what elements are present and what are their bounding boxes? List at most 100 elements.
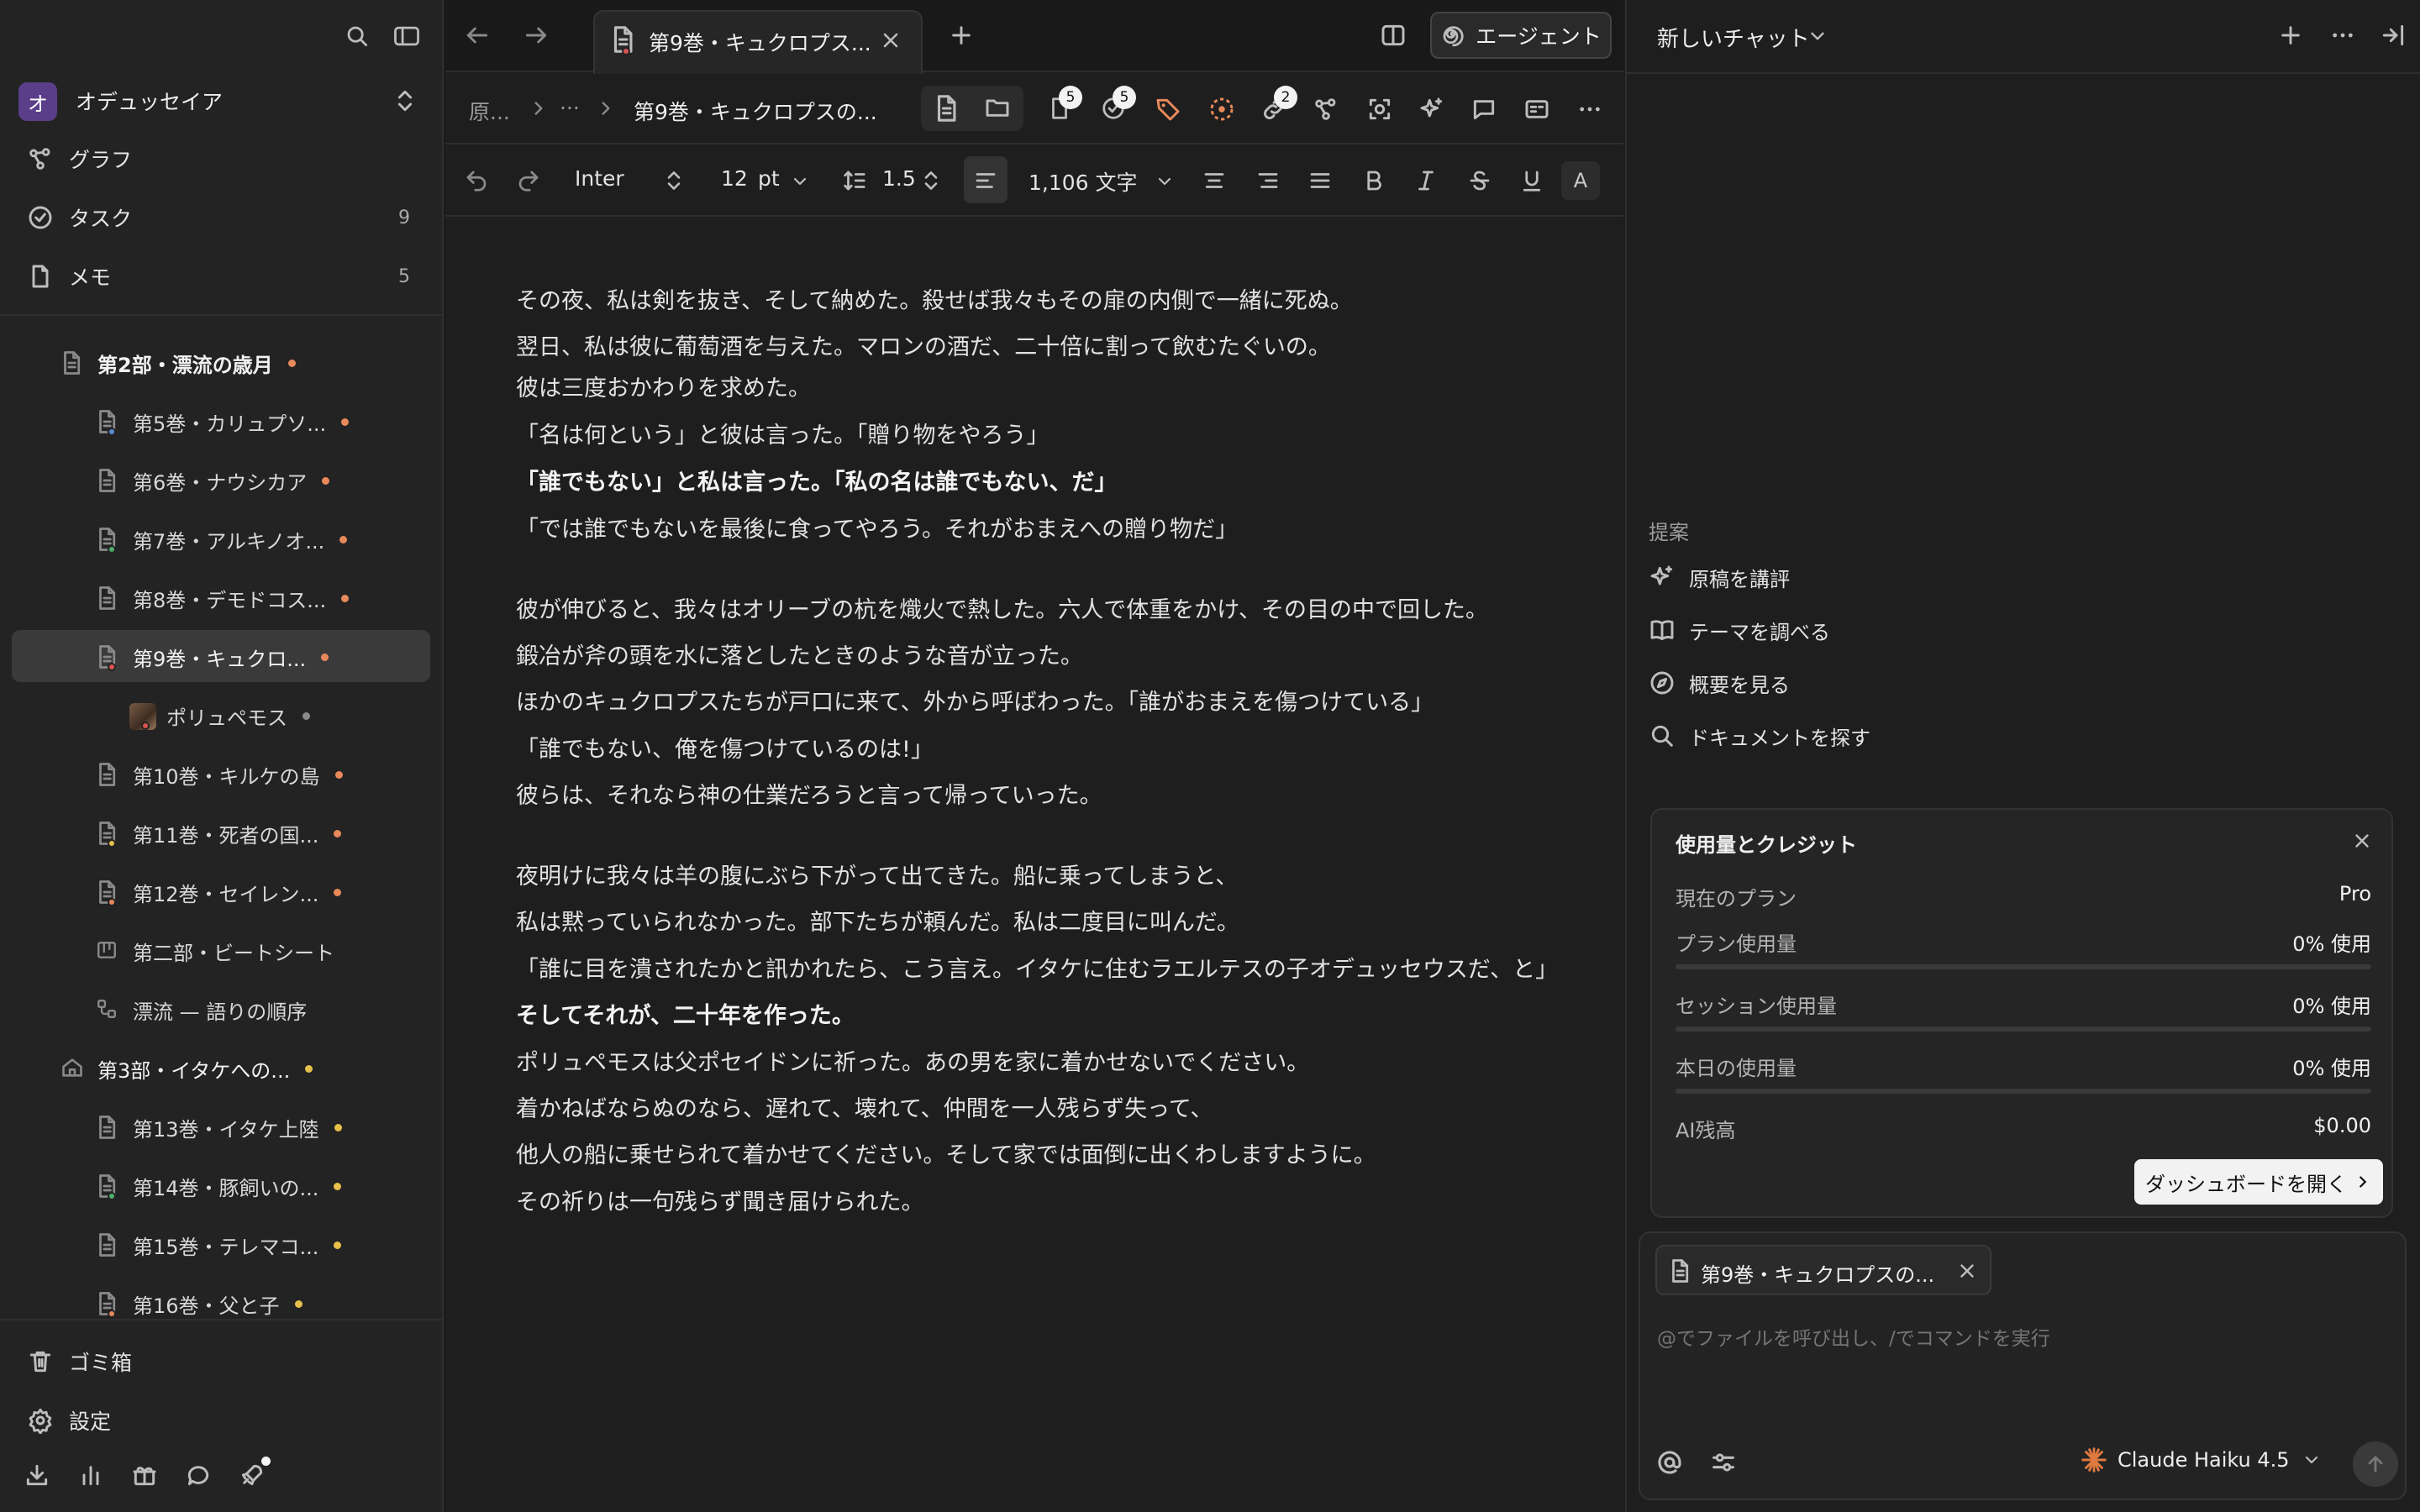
gift-icon[interactable] <box>131 1462 158 1488</box>
workspace-name[interactable]: オデュッセイア <box>76 86 223 116</box>
new-tab-plus-icon[interactable] <box>948 22 975 49</box>
tree-item[interactable]: 第6巻・ナウシカア <box>96 457 330 504</box>
sidebar-toggle-icon[interactable] <box>393 24 420 49</box>
nav-notes[interactable]: メモ 5 <box>27 255 422 297</box>
chevron-updown-icon[interactable] <box>393 87 417 114</box>
paragraph[interactable]: ほかのキュクロプスたちが戸口に来て、外から呼ばわった。「誰がおまえを傷つけている… <box>516 684 1608 717</box>
tree-item[interactable]: 第11巻・死者の国... <box>96 810 342 857</box>
tree-item[interactable]: 第15巻・テレマコ... <box>96 1221 342 1268</box>
paragraph[interactable]: 彼が伸びると、我々はオリーブの杭を熾火で熱した。六人で体重をかけ、その目の中で回… <box>516 591 1608 624</box>
paragraph[interactable]: 彼は三度おかわりを求めた。 <box>516 370 1608 402</box>
download-icon[interactable] <box>24 1462 50 1488</box>
tree-item[interactable]: 第二部・ビートシート <box>96 927 334 974</box>
paragraph[interactable]: 夜明けに我々は羊の腹にぶら下がって出てきた。船に乗ってしまうと、 <box>516 858 1608 890</box>
model-selector[interactable]: Claude Haiku 4.5 <box>2081 1446 2322 1473</box>
tree-item[interactable]: 第8巻・デモドコス... <box>96 575 350 622</box>
new-chat-plus-icon[interactable] <box>2277 22 2304 49</box>
paragraph[interactable]: 「名は何という」と彼は言った。「贈り物をやろう」 <box>516 417 1608 449</box>
at-mention-icon[interactable] <box>1655 1448 1684 1477</box>
tree-item[interactable]: 第3部・イタケへの... <box>60 1045 313 1092</box>
context-chip[interactable]: 第9巻・キュクロプスの... <box>1655 1245 1991 1295</box>
tasks-icon[interactable]: 5 <box>1101 86 1136 121</box>
search-icon[interactable] <box>345 24 370 49</box>
bold-icon[interactable] <box>1361 168 1386 193</box>
document-view-icon[interactable] <box>933 94 960 123</box>
breadcrumb-current[interactable]: 第9巻・キュクロプスの... <box>634 96 877 126</box>
chevron-down-icon[interactable] <box>1155 171 1175 192</box>
strikethrough-icon[interactable] <box>1467 168 1492 193</box>
folder-icon[interactable] <box>983 94 1012 121</box>
tab-active[interactable]: 第9巻・キュクロプス... <box>593 10 923 74</box>
paragraph[interactable]: 「誰でもない」と私は言った。「私の名は誰でもない、だ」 <box>516 464 1608 496</box>
graph-icon[interactable] <box>1313 96 1339 123</box>
nav-graph[interactable]: グラフ <box>27 138 422 180</box>
breadcrumb-ellipsis[interactable]: ··· <box>560 96 580 120</box>
close-icon[interactable] <box>879 29 902 52</box>
link-icon[interactable]: 2 <box>1260 86 1297 123</box>
paragraph[interactable]: そしてそれが、二十年を作った。 <box>516 997 1608 1030</box>
agent-button[interactable]: エージェント <box>1430 12 1612 59</box>
font-size[interactable]: 12 <box>721 166 748 191</box>
chat-title[interactable]: 新しいチャット <box>1657 22 1810 53</box>
split-view-icon[interactable] <box>1380 22 1407 49</box>
tree-item[interactable]: 第14巻・豚飼いの... <box>96 1163 342 1210</box>
tag-icon[interactable] <box>1155 96 1181 123</box>
underline-icon[interactable] <box>1519 168 1544 193</box>
paragraph[interactable]: 鍛冶が斧の頭を水に落としたときのような音が立った。 <box>516 638 1608 670</box>
chat-bubble-icon[interactable] <box>185 1462 212 1488</box>
close-icon[interactable] <box>2351 830 2373 852</box>
rocket-icon[interactable] <box>239 1457 271 1488</box>
card-icon[interactable] <box>1523 96 1551 123</box>
paragraph[interactable]: 「誰でもない、俺を傷つけているのは!」 <box>516 731 1608 764</box>
status-circle-icon[interactable] <box>1208 96 1235 123</box>
tree-item[interactable]: 第5巻・カリュプソ... <box>96 398 350 445</box>
tree-item[interactable]: 第9巻・キュクロ... <box>96 633 329 680</box>
paragraph[interactable]: 着かねばならぬのなら、遅れて、壊れて、仲間を一人残らず失って、 <box>516 1090 1608 1123</box>
nav-tasks[interactable]: タスク 9 <box>27 197 422 239</box>
more-icon[interactable] <box>2329 22 2356 49</box>
paragraph[interactable]: 「では誰でもないを最後に食ってやろう。それがおまえへの贈り物だ」 <box>516 511 1608 543</box>
tree-item[interactable]: 第13巻・イタケ上陸 <box>96 1104 342 1151</box>
scan-icon[interactable] <box>1366 96 1393 123</box>
line-height-icon[interactable] <box>842 168 867 193</box>
tree-item[interactable]: 漂流 — 語りの順序 <box>96 986 307 1033</box>
more-icon[interactable] <box>1576 96 1603 123</box>
chart-icon[interactable] <box>77 1462 104 1488</box>
tree-item[interactable]: 第2部・漂流の歳月 <box>60 339 296 386</box>
tree-item[interactable]: 第7巻・アルキノオ... <box>96 516 348 563</box>
suggestion-overview[interactable]: 概要を見る <box>1649 662 1790 704</box>
align-justify-icon[interactable] <box>1307 168 1333 193</box>
chevron-updown-icon[interactable] <box>921 168 941 193</box>
align-right-icon[interactable] <box>1255 168 1281 193</box>
paragraph[interactable]: 他人の船に乗せられて着かせてください。そして家では面倒に出くわしますように。 <box>516 1137 1608 1169</box>
send-button[interactable] <box>2353 1441 2398 1487</box>
workspace-avatar[interactable]: オ <box>18 82 57 121</box>
paragraph[interactable]: ポリュペモスは父ポセイドンに祈った。あの男を家に着かせないでください。 <box>516 1044 1608 1077</box>
text-color-icon[interactable]: A <box>1561 161 1600 200</box>
undo-icon[interactable] <box>464 168 489 193</box>
sparkle-icon[interactable] <box>1418 96 1445 123</box>
italic-icon[interactable] <box>1413 168 1439 193</box>
tree-item[interactable]: 第12巻・セイレン... <box>96 869 342 916</box>
align-left-icon[interactable] <box>973 168 998 193</box>
align-center-icon[interactable] <box>1202 168 1227 193</box>
forward-arrow-icon[interactable] <box>523 22 550 49</box>
open-dashboard-button[interactable]: ダッシュボードを開く <box>2134 1159 2383 1205</box>
paragraph[interactable]: その祈りは一句残らず聞き届けられた。 <box>516 1184 1608 1216</box>
chevron-updown-icon[interactable] <box>664 168 684 193</box>
chevron-down-icon[interactable] <box>790 171 810 192</box>
settings-sliders-icon[interactable] <box>1709 1448 1738 1477</box>
comment-icon[interactable] <box>1470 96 1497 123</box>
close-icon[interactable] <box>1956 1260 1978 1282</box>
nav-trash[interactable]: ゴミ箱 <box>27 1341 422 1383</box>
nav-settings[interactable]: 設定 <box>27 1399 422 1441</box>
word-count[interactable]: 1,106 文字 <box>1028 166 1138 197</box>
paragraph[interactable]: 私は黙っていられなかった。部下たちが頼んだ。私は二度目に叫んだ。 <box>516 904 1608 937</box>
tree-item[interactable]: 第10巻・キルケの島 <box>96 751 343 798</box>
font-select[interactable]: Inter <box>575 166 624 191</box>
paragraph[interactable]: 翌日、私は彼に葡萄酒を与えた。マロンの酒だ、二十倍に割って飲むたぐいの。 <box>516 328 1608 361</box>
suggestion-themes[interactable]: テーマを調べる <box>1649 609 1830 651</box>
line-height-value[interactable]: 1.5 <box>882 166 916 191</box>
breadcrumb-root[interactable]: 原... <box>469 96 510 126</box>
suggestion-find-docs[interactable]: ドキュメントを探す <box>1649 715 1870 757</box>
